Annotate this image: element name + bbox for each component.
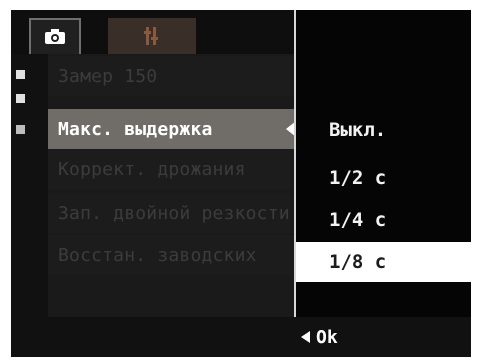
menu-item-max-exposure[interactable]: Макс. выдержка bbox=[48, 109, 294, 149]
bottom-bar: Ok bbox=[11, 317, 471, 357]
ok-label: Ok bbox=[316, 326, 338, 348]
page-marker-2 bbox=[16, 94, 25, 103]
page-marker-1 bbox=[16, 70, 25, 79]
option-label: 1/4 с bbox=[329, 209, 387, 231]
left-arrow-icon bbox=[301, 331, 310, 343]
menu-item-double-focus[interactable]: Зап. двойной резкости bbox=[48, 193, 294, 233]
option-1-4[interactable]: 1/4 с bbox=[296, 200, 471, 240]
option-1-8[interactable]: 1/8 с bbox=[296, 242, 471, 282]
menu-item-label: Замер 150 bbox=[58, 65, 158, 87]
settings-list: Замер 150 Макс. выдержка Коррект. дрожан… bbox=[48, 54, 294, 317]
option-1-2[interactable]: 1/2 с bbox=[296, 158, 471, 198]
camera-menu-screen: Замер 150 Макс. выдержка Коррект. дрожан… bbox=[0, 0, 478, 363]
page-marker-3 bbox=[16, 125, 25, 134]
tab-camera[interactable] bbox=[29, 18, 81, 54]
option-label: Выкл. bbox=[329, 119, 387, 141]
menu-item-shake-correction[interactable]: Коррект. дрожания bbox=[48, 149, 294, 189]
option-label: 1/8 с bbox=[329, 251, 387, 273]
menu-page-indicator bbox=[11, 54, 48, 317]
option-off[interactable]: Выкл. bbox=[296, 110, 471, 150]
setup-icon bbox=[144, 27, 158, 45]
expand-arrow-icon bbox=[286, 121, 294, 137]
tab-setup[interactable] bbox=[108, 18, 196, 54]
menu-item-label: Восстан. заводских bbox=[58, 244, 257, 266]
ok-button[interactable]: Ok bbox=[301, 317, 338, 357]
menu-item-label: Зап. двойной резкости bbox=[58, 202, 290, 224]
menu-item-label: Коррект. дрожания bbox=[58, 158, 246, 180]
tab-bar bbox=[11, 10, 294, 54]
options-popup: Выкл. 1/2 с 1/4 с 1/8 с bbox=[294, 10, 471, 317]
option-label: 1/2 с bbox=[329, 167, 387, 189]
camera-icon bbox=[45, 29, 65, 44]
menu-item-factory-reset[interactable]: Восстан. заводских bbox=[48, 235, 294, 275]
menu-item-metering[interactable]: Замер 150 bbox=[48, 56, 294, 96]
menu-item-label: Макс. выдержка bbox=[58, 118, 213, 140]
